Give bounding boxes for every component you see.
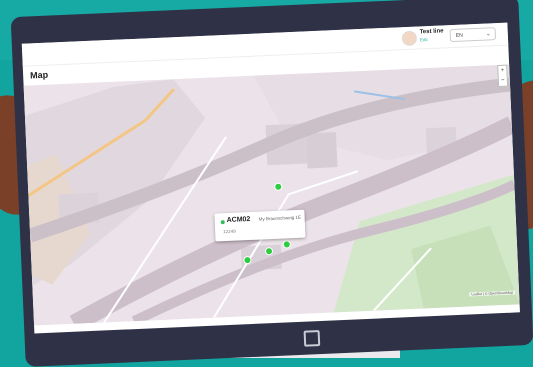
- language-value: EN: [455, 32, 463, 39]
- app-screen: Test line Edit EN ⌄ Map Leaflet | © Open…: [21, 22, 520, 334]
- map-view[interactable]: Leaflet | © OpenStreetMap: [23, 64, 520, 326]
- user-name[interactable]: Test line: [420, 28, 444, 35]
- zoom-out-button[interactable]: −: [499, 76, 507, 86]
- zoom-control: + −: [497, 64, 509, 88]
- home-button: [303, 330, 321, 347]
- language-select[interactable]: EN ⌄: [449, 27, 497, 43]
- page-title: Map: [29, 69, 49, 81]
- avatar[interactable]: [401, 30, 418, 47]
- chevron-down-icon: ⌄: [485, 31, 491, 38]
- station-popup[interactable]: ACM02 My Braunschweig 1E 12249: [214, 209, 306, 242]
- station-subtext: 12249: [223, 228, 236, 235]
- station-code: ACM02: [226, 215, 251, 225]
- map-tiles: [23, 64, 520, 326]
- station-address: My Braunschweig 1E: [258, 214, 302, 222]
- top-bar: Test line Edit EN ⌄: [21, 22, 509, 67]
- status-dot: [220, 220, 225, 225]
- zoom-in-button[interactable]: +: [498, 66, 506, 76]
- tablet-frame: Test line Edit EN ⌄ Map Leaflet | © Open…: [10, 0, 533, 367]
- user-role: Edit: [419, 37, 428, 43]
